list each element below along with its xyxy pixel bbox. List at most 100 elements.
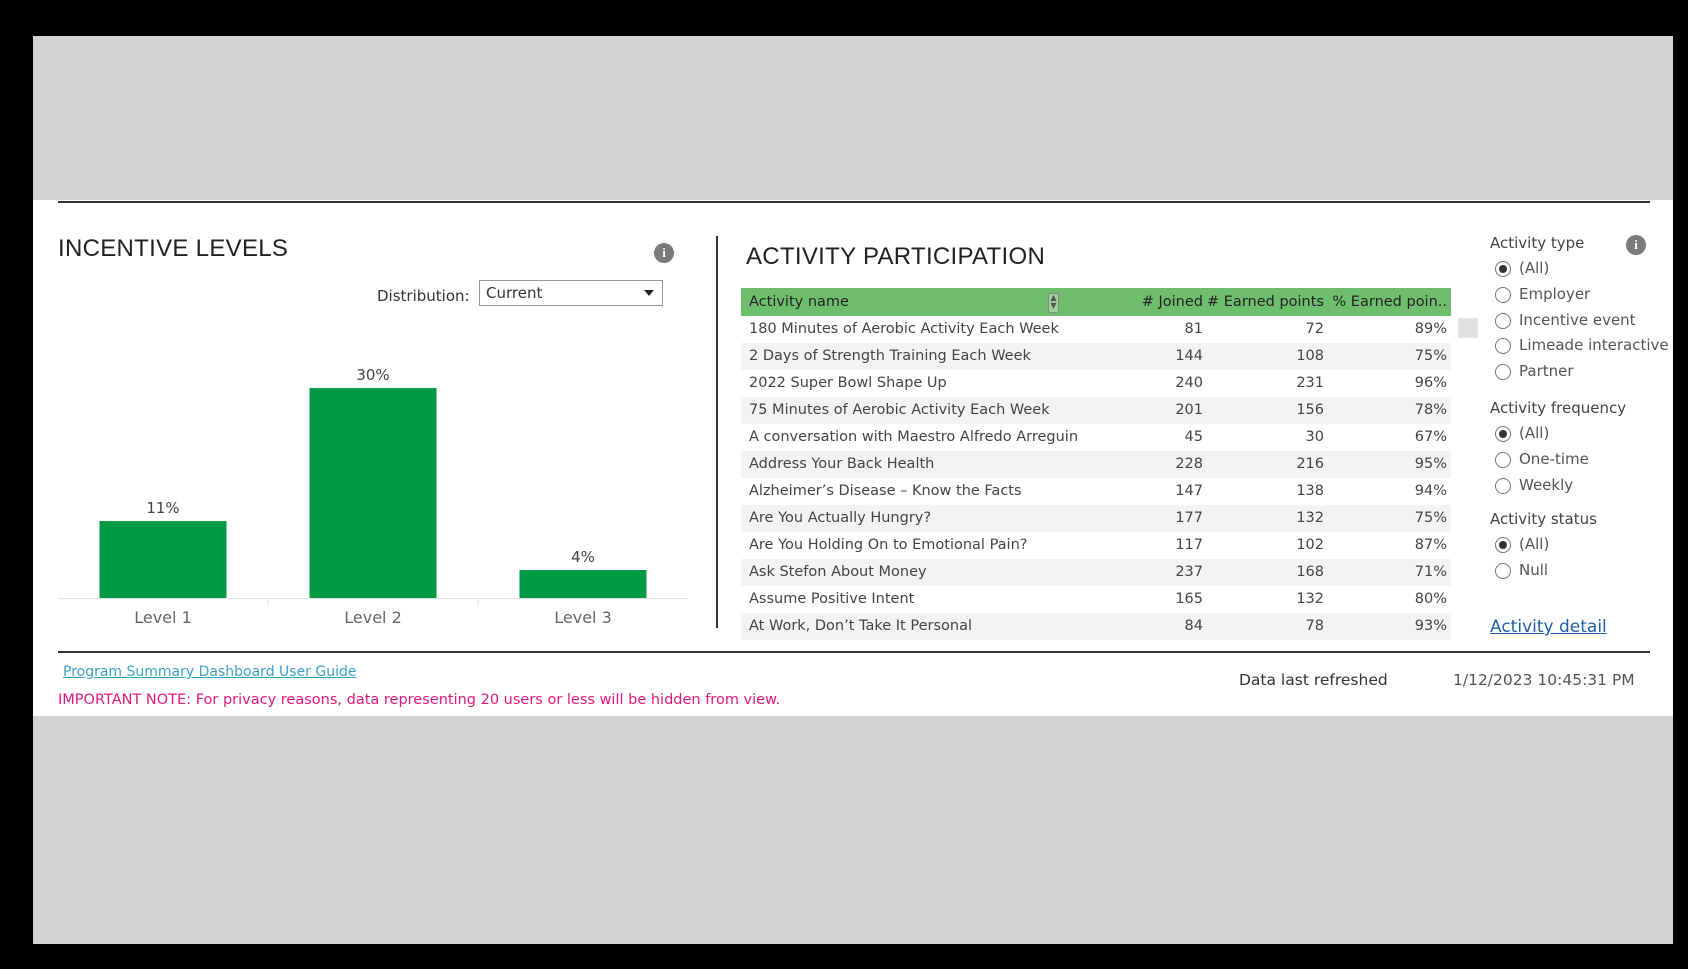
distribution-label: Distribution:	[377, 287, 470, 305]
table-row[interactable]: 2 Days of Strength Training Each Week 144…	[741, 343, 1451, 370]
cell-joined: 228	[1175, 456, 1203, 472]
cell-activity-name: Address Your Back Health	[749, 456, 935, 472]
bar-level-3[interactable]	[519, 570, 647, 598]
radio-button[interactable]	[1495, 426, 1511, 442]
table-row[interactable]: Ask Stefon About Money 237 168 71%	[741, 559, 1451, 586]
column-header-joined[interactable]: # Joined	[1142, 294, 1203, 310]
cell-earned-points: 30	[1305, 429, 1324, 445]
cell-joined: 201	[1175, 402, 1203, 418]
activity-type-filter-title: Activity type	[1490, 234, 1585, 252]
cell-percent-earned: 96%	[1414, 375, 1447, 391]
incentive-levels-title: INCENTIVE LEVELS	[58, 235, 289, 262]
cell-activity-name: Are You Holding On to Emotional Pain?	[749, 537, 1028, 553]
cell-joined: 240	[1175, 375, 1203, 391]
x-tick-label: Level 2	[344, 608, 402, 627]
table-row[interactable]: 75 Minutes of Aerobic Activity Each Week…	[741, 397, 1451, 424]
chevron-down-icon	[644, 290, 654, 296]
cell-activity-name: 75 Minutes of Aerobic Activity Each Week	[749, 402, 1050, 418]
data-label: 11%	[146, 499, 179, 517]
cell-earned-points: 132	[1296, 510, 1324, 526]
radio-button[interactable]	[1495, 451, 1511, 468]
radio-label: Limeade interactive	[1519, 336, 1669, 355]
radio-label: Employer	[1519, 284, 1591, 303]
table-row[interactable]: Address Your Back Health 228 216 95%	[741, 451, 1451, 478]
vertical-divider	[716, 236, 718, 628]
incentive-levels-chart: 11% Level 1 30% Level 2 4% Level 3	[58, 366, 688, 627]
cell-joined: 165	[1175, 591, 1203, 607]
cell-joined: 117	[1175, 537, 1203, 553]
cell-percent-earned: 75%	[1414, 348, 1447, 364]
cell-joined: 84	[1184, 618, 1203, 634]
cell-percent-earned: 93%	[1414, 618, 1447, 634]
bar-level-2[interactable]	[309, 388, 437, 598]
table-body[interactable]: 180 Minutes of Aerobic Activity Each Wee…	[741, 316, 1451, 656]
cell-activity-name: Ask Stefon About Money	[749, 564, 927, 580]
data-label: 30%	[356, 366, 389, 384]
table-scrollbar[interactable]	[1458, 318, 1478, 338]
activity-status-filter-title: Activity status	[1490, 510, 1597, 528]
column-header-earned-points[interactable]: # Earned points	[1207, 294, 1324, 310]
x-tick-label: Level 1	[134, 608, 192, 627]
activity-table: Activity name ▲ ▼ # Joined # Earned point…	[741, 288, 1451, 656]
cell-activity-name: 2022 Super Bowl Shape Up	[749, 375, 947, 391]
top-divider	[58, 201, 1650, 203]
user-guide-link[interactable]: Program Summary Dashboard User Guide	[63, 664, 357, 680]
cell-percent-earned: 89%	[1414, 321, 1447, 337]
radio-button[interactable]	[1495, 477, 1511, 494]
radio-button[interactable]	[1495, 286, 1511, 303]
bottom-divider	[58, 651, 1650, 653]
table-row[interactable]: Are You Holding On to Emotional Pain? 117…	[741, 532, 1451, 559]
cell-earned-points: 156	[1296, 402, 1324, 418]
column-header-activity-name[interactable]: Activity name	[749, 294, 849, 310]
bar-level-1[interactable]	[99, 521, 227, 598]
distribution-select[interactable]: Current	[479, 280, 663, 306]
distribution-select-value: Current	[486, 284, 543, 302]
radio-button[interactable]	[1495, 537, 1511, 553]
cell-joined: 177	[1175, 510, 1203, 526]
cell-activity-name: A conversation with Maestro Alfredo Arre…	[749, 429, 1079, 445]
sort-icon[interactable]: ▲ ▼	[1048, 293, 1059, 313]
cell-earned-points: 78	[1305, 618, 1324, 634]
radio-label: Null	[1519, 560, 1549, 579]
cell-activity-name: Alzheimer’s Disease – Know the Facts	[749, 483, 1022, 499]
cell-activity-name: At Work, Don’t Take It Personal	[749, 618, 972, 634]
cell-percent-earned: 67%	[1414, 429, 1447, 445]
table-row[interactable]: 180 Minutes of Aerobic Activity Each Wee…	[741, 316, 1451, 343]
radio-button[interactable]	[1495, 312, 1511, 329]
cell-activity-name: Are You Actually Hungry?	[749, 510, 932, 526]
activity-detail-link[interactable]: Activity detail	[1490, 617, 1607, 637]
table-row[interactable]: 2022 Super Bowl Shape Up 240 231 96%	[741, 370, 1451, 397]
cell-earned-points: 102	[1296, 537, 1324, 553]
radio-label: Incentive event	[1519, 310, 1636, 329]
data-label: 4%	[571, 548, 595, 566]
radio-label: One-time	[1519, 449, 1589, 468]
table-row[interactable]: Alzheimer’s Disease – Know the Facts 147 1…	[741, 478, 1451, 505]
table-row[interactable]: Assume Positive Intent 165 132 80%	[741, 586, 1451, 613]
cell-earned-points: 132	[1296, 591, 1324, 607]
cell-earned-points: 72	[1305, 321, 1324, 337]
table-row[interactable]: Are You Actually Hungry? 177 132 75%	[741, 505, 1451, 532]
radio-button[interactable]	[1495, 562, 1511, 579]
radio-label: (All)	[1519, 535, 1550, 553]
cell-joined: 147	[1175, 483, 1203, 499]
cell-earned-points: 231	[1296, 375, 1324, 391]
table-row[interactable]: At Work, Don’t Take It Personal 84 78 93%	[741, 613, 1451, 640]
info-icon[interactable]: i	[1626, 235, 1646, 255]
cell-activity-name: 2 Days of Strength Training Each Week	[749, 348, 1031, 364]
cell-joined: 81	[1184, 321, 1203, 337]
cell-percent-earned: 95%	[1414, 456, 1447, 472]
data-refreshed-label: Data last refreshed	[1239, 671, 1388, 689]
activity-participation-title: ACTIVITY PARTICIPATION	[746, 243, 1046, 270]
column-header-percent-earned[interactable]: % Earned poin..	[1332, 294, 1447, 310]
info-icon[interactable]: i	[654, 243, 674, 263]
table-header: Activity name ▲ ▼ # Joined # Earned point…	[741, 288, 1451, 316]
radio-button[interactable]	[1495, 261, 1511, 277]
radio-label: (All)	[1519, 424, 1550, 442]
x-tick-label: Level 3	[554, 608, 612, 627]
cell-percent-earned: 94%	[1414, 483, 1447, 499]
radio-label: Weekly	[1519, 475, 1574, 494]
data-refreshed-value: 1/12/2023 10:45:31 PM	[1453, 671, 1635, 689]
cell-percent-earned: 75%	[1414, 510, 1447, 526]
cell-percent-earned: 80%	[1414, 591, 1447, 607]
table-row[interactable]: A conversation with Maestro Alfredo Arre…	[741, 424, 1451, 451]
